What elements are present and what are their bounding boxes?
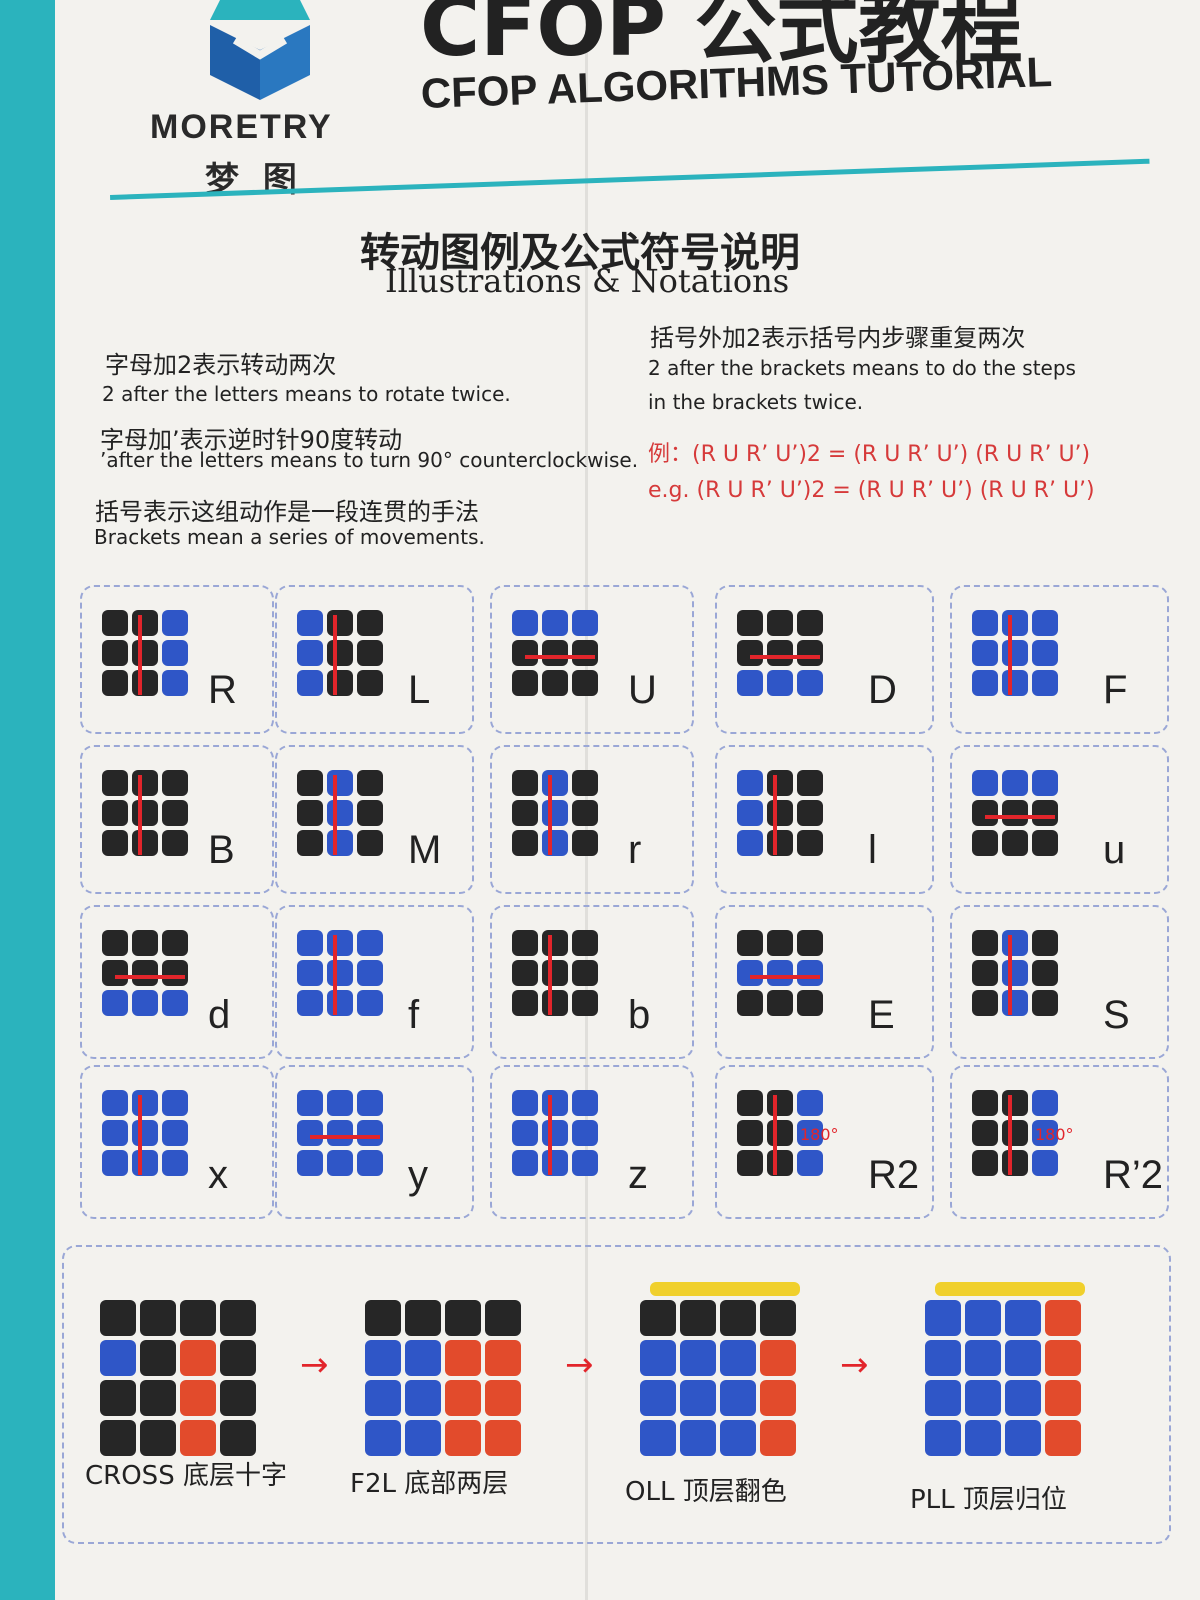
move-label: l	[868, 828, 877, 872]
cube-icon	[640, 1300, 796, 1456]
rotation-arrow-icon	[985, 815, 1055, 819]
cube-icon	[972, 770, 1058, 856]
cube-icon	[102, 930, 188, 1016]
move-label: F	[1103, 668, 1128, 712]
example-cn: 例：(R U R’ U’)2 = (R U R’ U’) (R U R’ U’)	[648, 442, 1091, 467]
brand-name: MORETRY	[150, 108, 333, 146]
cube-icon	[512, 1090, 598, 1176]
next-arrow-icon: →	[300, 1345, 329, 1385]
rotation-arrow-icon	[750, 655, 820, 659]
note-right-cn: 括号外加2表示括号内步骤重复两次	[650, 324, 1026, 352]
move-label: L	[408, 668, 431, 712]
move-label: E	[868, 993, 895, 1037]
move-label: R’2	[1103, 1153, 1164, 1197]
move-label: M	[408, 828, 442, 872]
cube-icon	[297, 930, 383, 1016]
cube-icon	[512, 770, 598, 856]
top-layer-icon	[935, 1282, 1085, 1296]
rotation-arrow-icon	[548, 775, 552, 855]
rotation-arrow-icon	[333, 935, 337, 1015]
rotation-arrow-icon	[750, 975, 820, 979]
move-label: z	[628, 1153, 648, 1197]
cube-icon	[365, 1300, 521, 1456]
step-label: PLL 顶层归位	[910, 1485, 1067, 1515]
cube-icon	[972, 930, 1058, 1016]
cube-icon	[737, 770, 823, 856]
rotation-arrow-icon	[115, 975, 185, 979]
note-3-cn: 括号表示这组动作是一段连贯的手法	[95, 498, 479, 526]
cube-icon	[102, 610, 188, 696]
move-label: b	[628, 993, 651, 1037]
cube-icon	[102, 1090, 188, 1176]
cube-icon	[512, 930, 598, 1016]
step-label: OLL 顶层翻色	[625, 1477, 787, 1507]
move-label: R2	[868, 1153, 920, 1197]
cube-icon	[737, 610, 823, 696]
rotation-label: 180°	[1035, 1125, 1074, 1144]
section-title-en: Illustrations & Notations	[385, 262, 790, 300]
move-label: S	[1103, 993, 1130, 1037]
rotation-label: 180°	[800, 1125, 839, 1144]
rotation-arrow-icon	[310, 1135, 380, 1139]
note-1-en: 2 after the letters means to rotate twic…	[102, 382, 511, 406]
move-label: D	[868, 668, 897, 712]
rotation-arrow-icon	[1008, 615, 1012, 695]
cube-icon	[297, 770, 383, 856]
cube-icon	[737, 930, 823, 1016]
rotation-arrow-icon	[138, 615, 142, 695]
rotation-arrow-icon	[773, 1095, 777, 1175]
note-right-en-2: in the brackets twice.	[648, 390, 864, 414]
move-label: f	[408, 993, 420, 1037]
note-3-en: Brackets mean a series of movements.	[94, 525, 485, 549]
move-label: u	[1103, 828, 1126, 872]
rotation-arrow-icon	[1008, 935, 1012, 1015]
move-label: R	[208, 668, 237, 712]
move-label: U	[628, 668, 657, 712]
move-label: y	[408, 1153, 428, 1197]
rotation-arrow-icon	[138, 1095, 142, 1175]
step-label: F2L 底部两层	[350, 1469, 509, 1499]
moretry-logo-icon	[210, 0, 310, 100]
note-2-en: ’after the letters means to turn 90° cou…	[100, 448, 639, 472]
move-label: d	[208, 993, 231, 1037]
top-layer-icon	[650, 1282, 800, 1296]
rotation-arrow-icon	[548, 935, 552, 1015]
cube-icon	[297, 610, 383, 696]
next-arrow-icon: →	[565, 1345, 594, 1385]
rotation-arrow-icon	[525, 655, 595, 659]
step-label: CROSS 底层十字	[85, 1461, 287, 1491]
cube-icon	[100, 1300, 256, 1456]
next-arrow-icon: →	[840, 1345, 869, 1385]
note-right-en-1: 2 after the brackets means to do the ste…	[648, 356, 1076, 380]
cube-icon	[972, 610, 1058, 696]
move-label: x	[208, 1153, 228, 1197]
note-1-cn: 字母加2表示转动两次	[105, 351, 337, 379]
cube-icon	[512, 610, 598, 696]
rotation-arrow-icon	[333, 615, 337, 695]
rotation-arrow-icon	[1008, 1095, 1012, 1175]
cube-icon	[297, 1090, 383, 1176]
move-label: B	[208, 828, 235, 872]
rotation-arrow-icon	[333, 775, 337, 855]
move-label: r	[628, 828, 642, 872]
rotation-arrow-icon	[773, 775, 777, 855]
rotation-arrow-icon	[548, 1095, 552, 1175]
cube-icon	[925, 1300, 1081, 1456]
rotation-arrow-icon	[138, 775, 142, 855]
cube-icon	[102, 770, 188, 856]
example-en: e.g. (R U R’ U’)2 = (R U R’ U’) (R U R’ …	[648, 478, 1095, 503]
